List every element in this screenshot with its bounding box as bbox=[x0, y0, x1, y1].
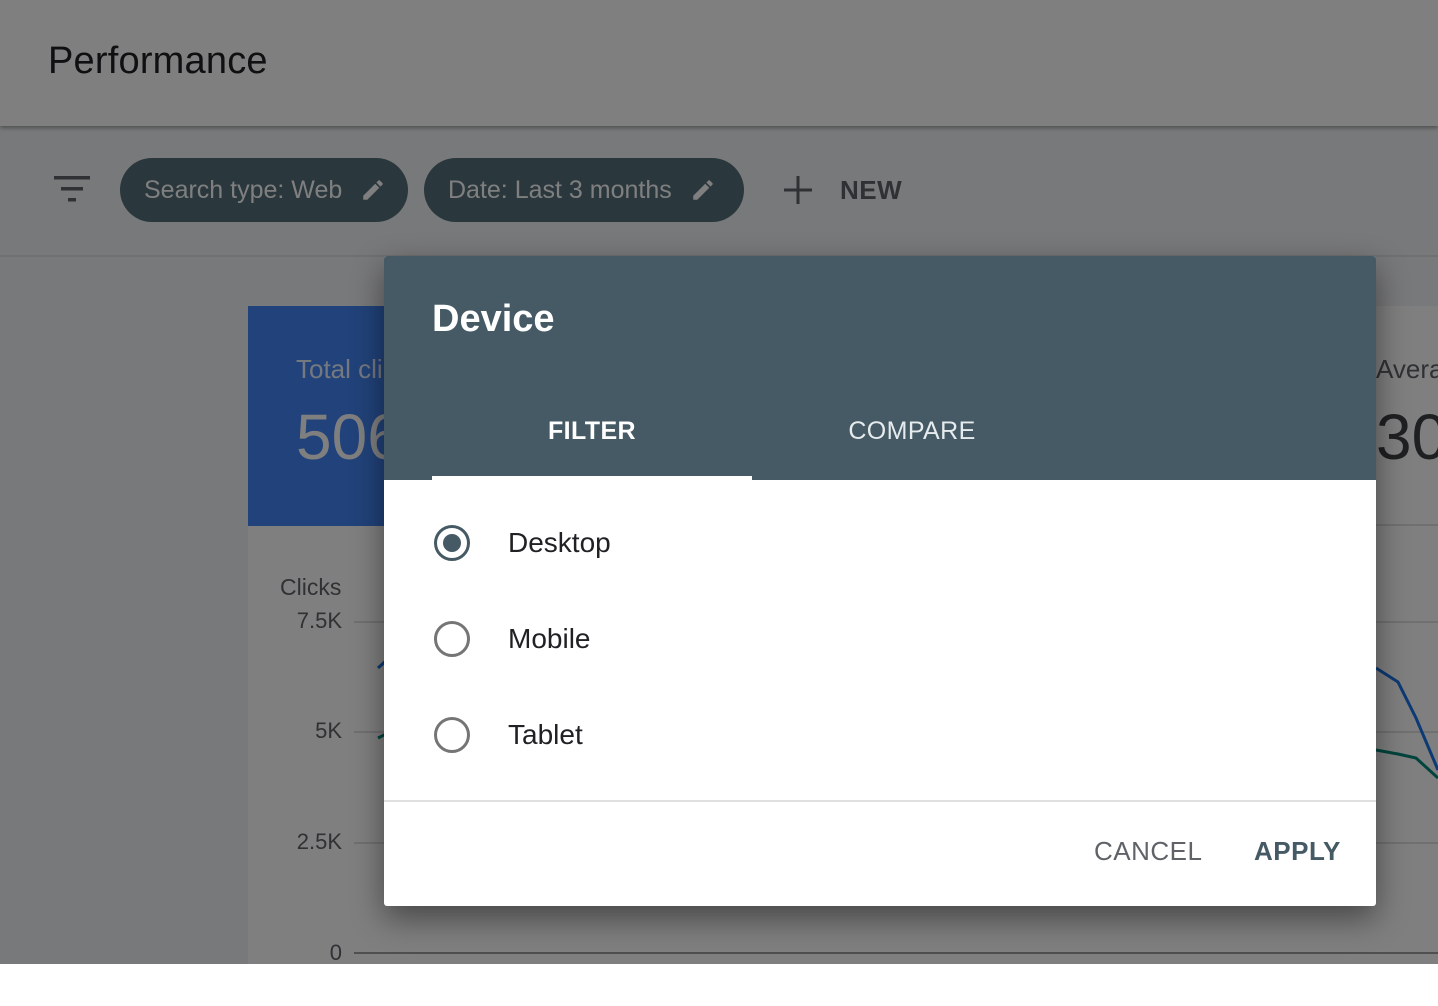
tab-filter[interactable]: FILTER bbox=[432, 410, 752, 480]
dialog-divider bbox=[384, 800, 1376, 802]
dialog-title: Device bbox=[432, 298, 555, 340]
radio-button[interactable] bbox=[434, 621, 470, 657]
device-option-desktop[interactable]: Desktop bbox=[434, 519, 611, 567]
option-label: Tablet bbox=[508, 719, 583, 750]
device-option-tablet[interactable]: Tablet bbox=[434, 711, 583, 759]
dialog-header: Device FILTER COMPARE bbox=[384, 256, 1376, 480]
device-dialog: Device FILTER COMPARE Desktop Mobile Tab… bbox=[384, 256, 1376, 906]
option-label: Desktop bbox=[508, 527, 611, 558]
device-option-mobile[interactable]: Mobile bbox=[434, 615, 590, 663]
option-label: Mobile bbox=[508, 623, 591, 654]
tab-compare[interactable]: COMPARE bbox=[752, 410, 1072, 480]
apply-button[interactable]: APPLY bbox=[1254, 836, 1341, 867]
radio-button[interactable] bbox=[434, 717, 470, 753]
cancel-button[interactable]: CANCEL bbox=[1094, 836, 1202, 867]
radio-button[interactable] bbox=[434, 525, 470, 561]
